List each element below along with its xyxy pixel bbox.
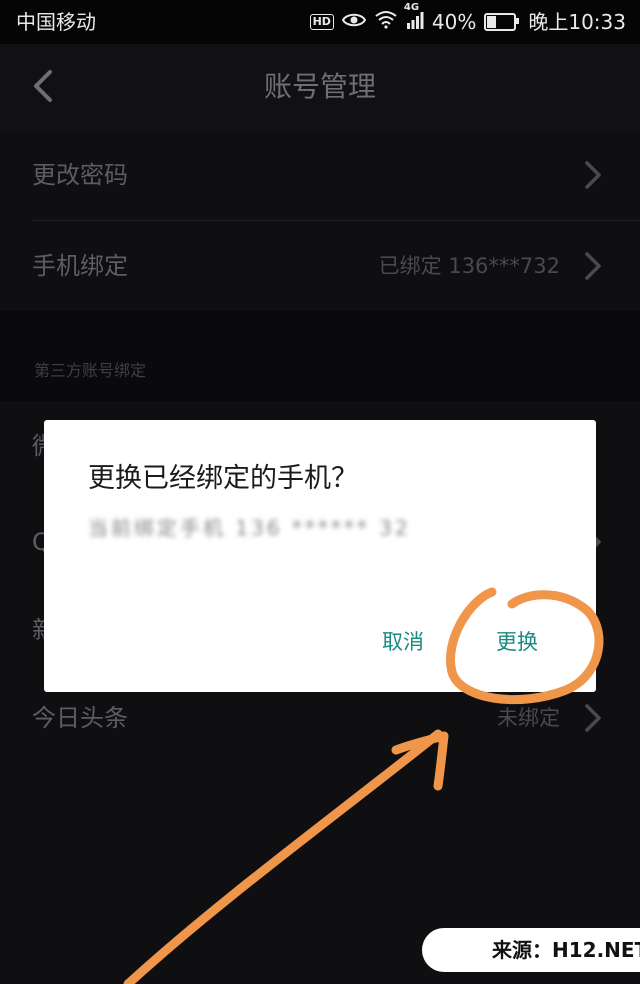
confirm-change-button[interactable]: 更换 (496, 626, 538, 656)
wifi-icon (374, 0, 398, 44)
network-type-label: 4G (403, 2, 420, 13)
eye-icon (341, 0, 367, 44)
section-header: 第三方账号绑定 (0, 311, 640, 401)
cancel-button[interactable]: 取消 (382, 626, 424, 656)
phone-binding-status: 已绑定 136***732 (378, 254, 560, 278)
change-password-row[interactable]: 更改密码 (0, 130, 640, 220)
chevron-right-icon (585, 252, 601, 280)
phone-binding-row[interactable]: 手机绑定 已绑定 136***732 (0, 221, 640, 311)
battery-icon (484, 13, 520, 31)
battery-percent: 40% (431, 10, 477, 34)
row-label: 更改密码 (32, 161, 128, 189)
chevron-right-icon (585, 704, 601, 732)
header: 账号管理 (0, 44, 640, 130)
section-title: 第三方账号绑定 (34, 361, 147, 380)
cellular-signal-icon: 4G (403, 0, 424, 44)
dialog-title: 更换已经绑定的手机？ (88, 463, 358, 494)
change-phone-dialog: 更换已经绑定的手机？ 当前绑定手机 136 ****** 32 取消 更换 (44, 420, 596, 692)
chevron-right-icon (585, 161, 601, 189)
row-label: 手机绑定 (32, 252, 128, 280)
dialog-message: 当前绑定手机 136 ****** 32 (88, 516, 411, 540)
annotation-arrow-shaft (123, 729, 443, 984)
clock: 晚上10:33 (528, 10, 626, 34)
hd-icon: HD (309, 14, 334, 30)
carrier-label: 中国移动 (16, 10, 96, 34)
watermark: 来源：H12.NET (422, 928, 640, 972)
page-title: 账号管理 (263, 70, 376, 103)
status-bar: 中国移动 HD 4G 40% 晚上10:33 (0, 0, 640, 44)
screen: 中国移动 HD 4G 40% 晚上10:33 账号管理 更改密码 手机绑定 已绑… (0, 0, 640, 984)
status-icons: HD 4G 40% 晚上10:33 (309, 0, 626, 44)
